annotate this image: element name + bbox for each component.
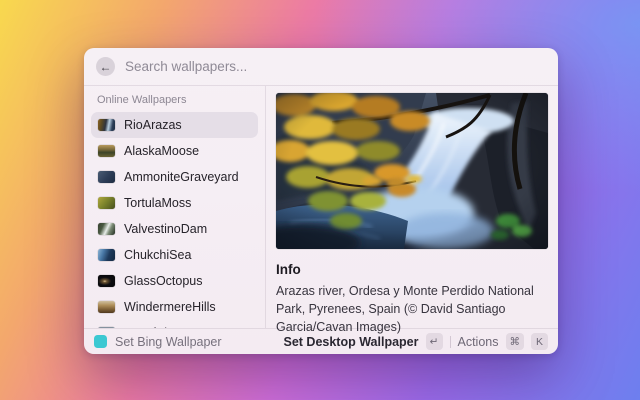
wallpaper-label: WindermereHills xyxy=(124,300,216,314)
wallpaper-thumb xyxy=(98,275,115,287)
app-window: ← Online Wallpapers RioArazas AlaskaMoos… xyxy=(84,48,558,354)
search-bar: ← xyxy=(84,48,558,85)
search-input[interactable] xyxy=(125,59,546,74)
section-title: Online Wallpapers xyxy=(91,91,258,112)
primary-action-label: Set Desktop Wallpaper xyxy=(284,335,419,349)
list-item[interactable]: RioArazas xyxy=(91,112,258,138)
list-item[interactable]: GlassOctopus xyxy=(91,268,258,294)
list-item[interactable]: BayofBiscay xyxy=(91,320,258,328)
wallpaper-thumb xyxy=(98,223,115,235)
bing-extension-label: Set Bing Wallpaper xyxy=(115,335,222,349)
list-item[interactable]: WindermereHills xyxy=(91,294,258,320)
wallpaper-thumb xyxy=(98,301,115,313)
back-arrow-icon: ← xyxy=(100,61,112,73)
primary-action-button[interactable]: Set Desktop Wallpaper ↵ xyxy=(284,333,443,350)
wallpaper-thumb xyxy=(98,145,115,157)
wallpaper-thumb xyxy=(98,171,115,183)
wallpaper-thumb xyxy=(98,197,115,209)
footer-separator xyxy=(450,336,451,348)
footer-actions: Set Desktop Wallpaper ↵ Actions ⌘ K xyxy=(284,333,549,350)
detail-pane: Info Arazas river, Ordesa y Monte Perdid… xyxy=(266,86,558,328)
info-title: Info xyxy=(276,262,548,277)
back-button[interactable]: ← xyxy=(96,57,115,76)
wallpaper-label: AlaskaMoose xyxy=(124,144,199,158)
wallpaper-thumb xyxy=(98,119,115,131)
wallpaper-thumb xyxy=(98,249,115,261)
bing-extension-icon xyxy=(94,335,107,348)
list-item[interactable]: AlaskaMoose xyxy=(91,138,258,164)
list-item[interactable]: ChukchiSea xyxy=(91,242,258,268)
actions-label: Actions xyxy=(458,335,499,349)
list-item[interactable]: TortulaMoss xyxy=(91,190,258,216)
footer: Set Bing Wallpaper Set Desktop Wallpaper… xyxy=(84,329,558,354)
wallpaper-label: GlassOctopus xyxy=(124,274,203,288)
k-key-badge: K xyxy=(531,333,548,350)
actions-button[interactable]: Actions ⌘ K xyxy=(458,333,549,350)
wallpaper-list: RioArazas AlaskaMoose AmmoniteGraveyard … xyxy=(91,112,258,328)
content-area: Online Wallpapers RioArazas AlaskaMoose … xyxy=(84,86,558,328)
wallpaper-label: RioArazas xyxy=(124,118,182,132)
wallpaper-label: TortulaMoss xyxy=(124,196,191,210)
wallpaper-label: ValvestinoDam xyxy=(124,222,207,236)
wallpaper-label: ChukchiSea xyxy=(124,248,191,262)
list-item[interactable]: ValvestinoDam xyxy=(91,216,258,242)
desktop-background: ← Online Wallpapers RioArazas AlaskaMoos… xyxy=(0,0,640,400)
cmd-key-badge: ⌘ xyxy=(506,333,525,350)
wallpaper-label: AmmoniteGraveyard xyxy=(124,170,239,184)
enter-key-badge: ↵ xyxy=(426,333,443,350)
list-item[interactable]: AmmoniteGraveyard xyxy=(91,164,258,190)
wallpaper-preview-image xyxy=(276,93,548,249)
sidebar: Online Wallpapers RioArazas AlaskaMoose … xyxy=(84,86,265,328)
